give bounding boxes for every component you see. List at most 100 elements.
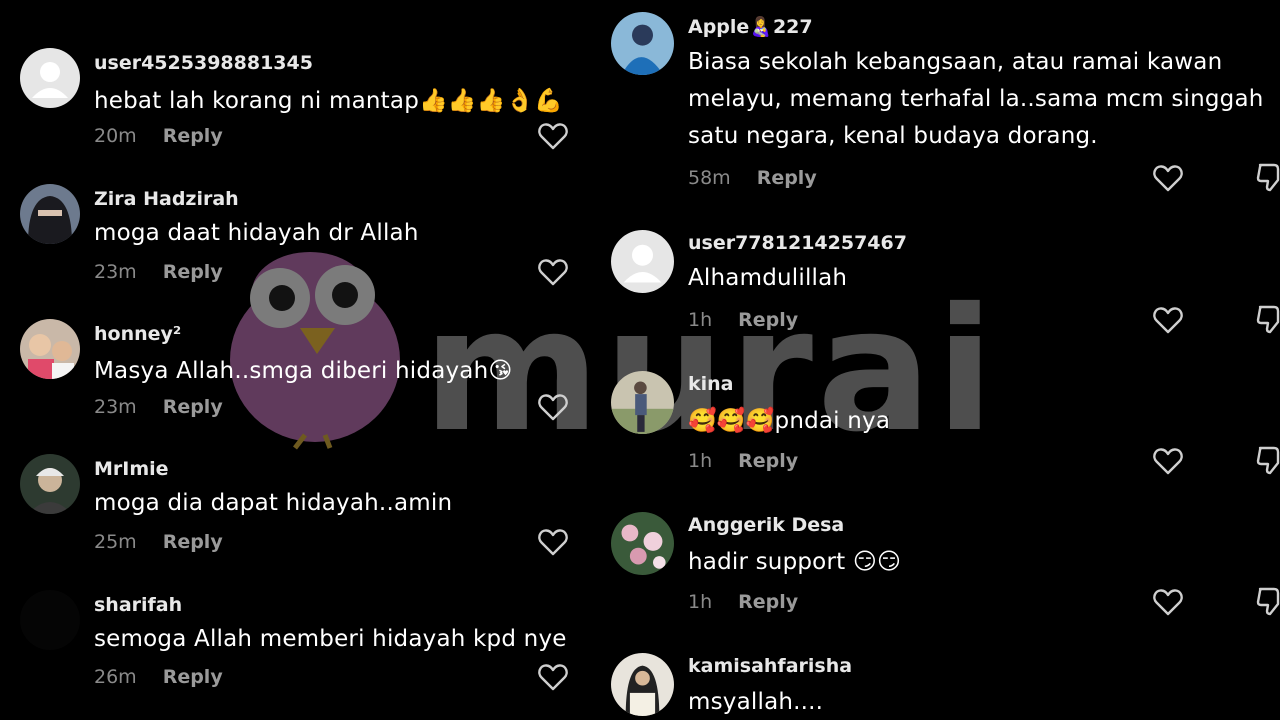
comment-meta: 23m Reply <box>94 396 223 418</box>
comment-item: user4525398881345 hebat lah korang ni ma… <box>20 48 600 158</box>
like-button[interactable] <box>1153 588 1183 616</box>
like-button[interactable] <box>538 528 568 556</box>
reply-button[interactable]: Reply <box>163 261 223 283</box>
field-avatar-icon <box>611 371 674 434</box>
comment-username[interactable]: MrImie <box>94 458 169 480</box>
reply-button[interactable]: Reply <box>163 666 223 688</box>
like-button[interactable] <box>538 393 568 421</box>
heart-icon <box>1153 165 1183 192</box>
comment-username[interactable]: kina <box>688 373 734 395</box>
comment-time: 23m <box>94 261 137 283</box>
comment-item: Apple👩‍🍼227 Biasa sekolah kebangsaan, at… <box>611 12 1280 197</box>
comment-username[interactable]: honney² <box>94 323 181 345</box>
avatar[interactable] <box>20 319 80 379</box>
like-button[interactable] <box>1153 447 1183 475</box>
comment-item: Anggerik Desa hadir support 😏😏 1h Reply <box>611 512 1280 622</box>
heart-icon <box>1153 589 1183 616</box>
comment-time: 25m <box>94 531 137 553</box>
reply-button[interactable]: Reply <box>757 167 817 189</box>
comment-item: user7781214257467 Alhamdulillah 1h Reply <box>611 230 1280 340</box>
reply-button[interactable]: Reply <box>738 309 798 331</box>
comment-meta: 1h Reply <box>688 591 798 613</box>
avatar[interactable] <box>20 454 80 514</box>
dislike-button[interactable] <box>1256 586 1280 616</box>
comment-text: 🥰🥰🥰pndai nya <box>688 408 891 434</box>
like-button[interactable] <box>538 663 568 691</box>
thumbs-down-icon <box>1256 305 1280 334</box>
person-avatar-icon <box>20 454 80 514</box>
hijab-avatar-icon <box>20 184 80 244</box>
reply-button[interactable]: Reply <box>738 450 798 472</box>
reply-button[interactable]: Reply <box>163 531 223 553</box>
reply-button[interactable]: Reply <box>738 591 798 613</box>
comment-item: sharifah semoga Allah memberi hidayah kp… <box>20 590 600 700</box>
dislike-button[interactable] <box>1256 162 1280 192</box>
thumbs-down-icon <box>1256 163 1280 192</box>
comment-text: moga daat hidayah dr Allah <box>94 220 419 246</box>
heart-icon <box>1153 448 1183 475</box>
comment-item: kina 🥰🥰🥰pndai nya 1h Reply <box>611 371 1280 481</box>
like-button[interactable] <box>538 258 568 286</box>
comment-username[interactable]: Anggerik Desa <box>688 514 844 536</box>
comment-item: MrImie moga dia dapat hidayah..amin 25m R… <box>20 454 600 564</box>
comment-time: 26m <box>94 666 137 688</box>
comment-username[interactable]: user4525398881345 <box>94 52 313 74</box>
avatar[interactable] <box>20 184 80 244</box>
heart-icon <box>538 259 568 286</box>
comment-username[interactable]: kamisahfarisha <box>688 655 852 677</box>
like-button[interactable] <box>1153 164 1183 192</box>
thumbs-down-icon <box>1256 446 1280 475</box>
avatar[interactable] <box>611 12 674 75</box>
comment-text: Masya Allah..smga diberi hidayah😘 <box>94 358 513 384</box>
comment-meta: 1h Reply <box>688 450 798 472</box>
heart-icon <box>1153 307 1183 334</box>
heart-icon <box>538 664 568 691</box>
comment-text: Biasa sekolah kebangsaan, atau ramai kaw… <box>688 49 1264 149</box>
comment-username[interactable]: Apple👩‍🍼227 <box>688 15 813 38</box>
avatar[interactable] <box>611 653 674 716</box>
comment-item: kamisahfarisha msyallah.... <box>611 653 1280 720</box>
dislike-button[interactable] <box>1256 445 1280 475</box>
kids-avatar-icon <box>20 319 80 379</box>
hijab-white-avatar-icon <box>611 653 674 716</box>
avatar[interactable] <box>611 371 674 434</box>
heart-icon <box>538 394 568 421</box>
like-button[interactable] <box>538 122 568 150</box>
comment-meta: 23m Reply <box>94 261 223 283</box>
comment-username[interactable]: user7781214257467 <box>688 232 907 254</box>
comment-meta: 1h Reply <box>688 309 798 331</box>
comment-username[interactable]: Zira Hadzirah <box>94 188 239 210</box>
comment-time: 1h <box>688 309 713 331</box>
comment-time: 58m <box>688 167 731 189</box>
reply-button[interactable]: Reply <box>163 125 223 147</box>
comment-item: honney² Masya Allah..smga diberi hidayah… <box>20 319 600 429</box>
comment-username[interactable]: sharifah <box>94 594 182 616</box>
comment-text: semoga Allah memberi hidayah kpd nye <box>94 626 567 652</box>
avatar[interactable] <box>20 48 80 108</box>
comment-meta: 58m Reply <box>688 167 817 189</box>
comment-meta: 26m Reply <box>94 666 223 688</box>
comment-text: msyallah.... <box>688 689 824 715</box>
comment-item: Zira Hadzirah moga daat hidayah dr Allah… <box>20 184 600 294</box>
default-avatar-icon <box>20 48 80 108</box>
comment-meta: 25m Reply <box>94 531 223 553</box>
comment-meta: 20m Reply <box>94 125 223 147</box>
reply-button[interactable]: Reply <box>163 396 223 418</box>
comment-text: hebat lah korang ni mantap👍👍👍👌💪 <box>94 88 564 114</box>
blue-avatar-icon <box>611 12 674 75</box>
comment-text: Alhamdulillah <box>688 265 848 291</box>
comment-time: 23m <box>94 396 137 418</box>
avatar[interactable] <box>20 590 80 650</box>
avatar[interactable] <box>611 230 674 293</box>
flower-avatar-icon <box>611 512 674 575</box>
dislike-button[interactable] <box>1256 304 1280 334</box>
avatar[interactable] <box>611 512 674 575</box>
comment-text: hadir support 😏😏 <box>688 549 902 575</box>
black-avatar-icon <box>20 590 80 650</box>
like-button[interactable] <box>1153 306 1183 334</box>
comment-time: 20m <box>94 125 137 147</box>
comment-text: moga dia dapat hidayah..amin <box>94 490 453 516</box>
thumbs-down-icon <box>1256 587 1280 616</box>
comment-time: 1h <box>688 450 713 472</box>
heart-icon <box>538 529 568 556</box>
